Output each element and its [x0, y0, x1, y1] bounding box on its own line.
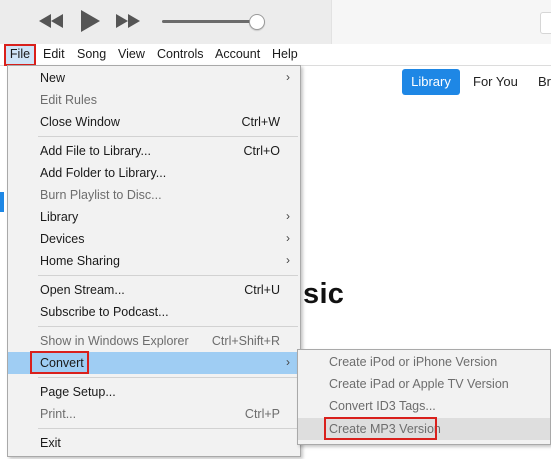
- now-playing-area: [331, 0, 551, 44]
- menu-help[interactable]: Help: [272, 44, 298, 65]
- menu-item-shortcut: Ctrl+P: [244, 407, 280, 421]
- menu-item-shortcut: Ctrl+W: [241, 115, 280, 129]
- menu-separator: [38, 275, 298, 276]
- menu-song[interactable]: Song: [77, 44, 106, 65]
- sidebar-selection-indicator: [0, 192, 4, 212]
- menu-item-label: Burn Playlist to Disc...: [40, 188, 162, 202]
- menu-item-library[interactable]: Library ›: [8, 206, 300, 228]
- menu-item-print: Print... Ctrl+P: [8, 403, 300, 425]
- submenu-arrow-icon: ›: [286, 231, 290, 245]
- menu-item-convert-id3-tags: Convert ID3 Tags...: [298, 395, 550, 417]
- menu-item-create-ipad-version: Create iPad or Apple TV Version: [298, 373, 550, 395]
- window-control[interactable]: [540, 12, 551, 34]
- menu-item-shortcut: Ctrl+U: [244, 283, 280, 297]
- menu-item-shortcut: Ctrl+O: [243, 144, 280, 158]
- menu-item-label: Page Setup...: [40, 385, 116, 399]
- menu-item-exit[interactable]: Exit: [8, 432, 300, 454]
- menu-item-close-window[interactable]: Close Window Ctrl+W: [8, 111, 300, 133]
- file-menu-highlight-box: [4, 44, 36, 66]
- menu-item-page-setup[interactable]: Page Setup...: [8, 381, 300, 403]
- menu-item-burn-playlist: Burn Playlist to Disc...: [8, 184, 300, 206]
- menu-edit[interactable]: Edit: [43, 44, 65, 65]
- menu-bar: File Edit Song View Controls Account Hel…: [0, 44, 551, 66]
- submenu-arrow-icon: ›: [286, 209, 290, 223]
- menu-item-devices[interactable]: Devices ›: [8, 228, 300, 250]
- menu-item-label: Convert ID3 Tags...: [329, 399, 436, 413]
- menu-item-open-stream[interactable]: Open Stream... Ctrl+U: [8, 279, 300, 301]
- play-button[interactable]: [78, 8, 102, 34]
- menu-separator: [38, 136, 298, 137]
- menu-controls[interactable]: Controls: [157, 44, 204, 65]
- menu-view[interactable]: View: [118, 44, 145, 65]
- rewind-button[interactable]: [38, 8, 64, 34]
- player-toolbar: [0, 0, 551, 44]
- menu-item-label: Create iPod or iPhone Version: [329, 355, 498, 369]
- menu-item-label: Edit Rules: [40, 93, 97, 107]
- submenu-arrow-icon: ›: [286, 70, 290, 84]
- submenu-arrow-icon: ›: [286, 355, 290, 369]
- menu-item-new[interactable]: New ›: [8, 67, 300, 89]
- menu-item-show-in-explorer: Show in Windows Explorer Ctrl+Shift+R: [8, 330, 300, 352]
- menu-item-label: Subscribe to Podcast...: [40, 305, 169, 319]
- menu-separator: [38, 326, 298, 327]
- menu-separator: [38, 377, 298, 378]
- menu-item-label: Print...: [40, 407, 77, 421]
- convert-highlight-box: [30, 351, 89, 374]
- menu-item-label: Home Sharing: [40, 254, 120, 268]
- menu-item-label: Add Folder to Library...: [40, 166, 167, 180]
- menu-item-label: Exit: [40, 436, 61, 450]
- menu-item-label: Close Window: [40, 115, 120, 129]
- tab-browse[interactable]: Br: [538, 69, 551, 95]
- fast-forward-button[interactable]: [115, 8, 141, 34]
- play-icon: [81, 10, 100, 32]
- menu-item-create-ipod-version: Create iPod or iPhone Version: [298, 351, 550, 373]
- menu-item-label: Library: [40, 210, 79, 224]
- volume-slider[interactable]: [162, 20, 260, 23]
- mp3-highlight-box: [324, 417, 437, 440]
- menu-item-edit-rules: Edit Rules: [8, 89, 300, 111]
- rewind-icon: [39, 14, 63, 28]
- menu-item-subscribe-podcast[interactable]: Subscribe to Podcast...: [8, 301, 300, 323]
- menu-separator: [38, 428, 298, 429]
- submenu-arrow-icon: ›: [286, 253, 290, 267]
- menu-item-label: Open Stream...: [40, 283, 125, 297]
- menu-item-label: Create iPad or Apple TV Version: [329, 377, 509, 391]
- menu-item-shortcut: Ctrl+Shift+R: [211, 334, 280, 348]
- menu-item-label: Devices: [40, 232, 85, 246]
- tab-for-you[interactable]: For You: [473, 69, 518, 95]
- menu-item-label: New: [40, 71, 66, 85]
- tab-library[interactable]: Library: [402, 69, 460, 95]
- menu-item-label: Show in Windows Explorer: [40, 334, 189, 348]
- file-menu: New › Edit Rules Close Window Ctrl+W Add…: [7, 65, 301, 457]
- menu-item-add-folder[interactable]: Add Folder to Library...: [8, 162, 300, 184]
- menu-item-add-file[interactable]: Add File to Library... Ctrl+O: [8, 140, 300, 162]
- fast-forward-icon: [116, 14, 140, 28]
- menu-item-label: Add File to Library...: [40, 144, 151, 158]
- menu-account[interactable]: Account: [215, 44, 260, 65]
- volume-slider-thumb[interactable]: [249, 14, 265, 30]
- menu-item-home-sharing[interactable]: Home Sharing ›: [8, 250, 300, 272]
